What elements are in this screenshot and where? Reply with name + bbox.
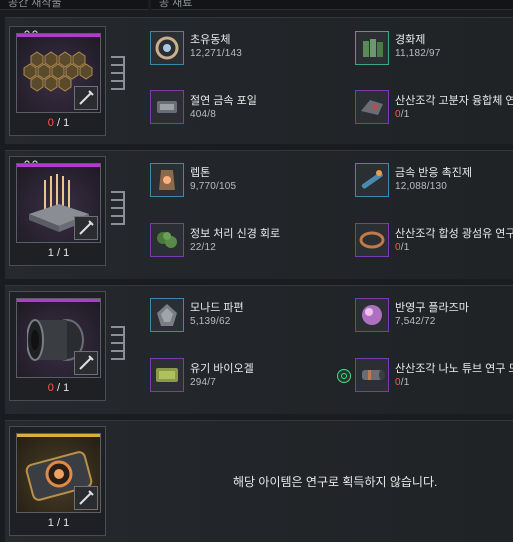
slot-count: 0 / 1 — [47, 117, 70, 129]
research-badge-icon — [337, 369, 351, 383]
tool-icon — [74, 486, 98, 510]
hardener-icon[interactable] — [355, 31, 389, 65]
material-qty: 9,770/105 — [190, 181, 237, 192]
material-name: 경화제 — [395, 34, 426, 46]
result-slot-2[interactable]: 1 / 1 — [9, 156, 106, 266]
slot-count: 1 / 1 — [47, 517, 70, 529]
connector — [107, 191, 131, 241]
material-name: 정보 처리 신경 회로 — [190, 228, 281, 240]
material-qty: 294/7 — [190, 377, 217, 388]
tool-icon — [74, 351, 98, 375]
material-qty: 0/1 — [395, 377, 410, 388]
plasma-icon[interactable] — [355, 298, 389, 332]
recipe-row-1: 0 / 1 초유동체 12,271/143 경화제 11,182/97 절연 금… — [5, 17, 513, 144]
material-name: 모나드 파편 — [190, 302, 244, 314]
material-qty: 11,182/97 — [395, 48, 441, 59]
result-slot-4[interactable]: 1 / 1 — [9, 426, 106, 536]
biogel-icon[interactable] — [150, 358, 184, 392]
material-name: 산산조각 고분자 융합체 연구 5 — [395, 95, 513, 107]
lepton-icon[interactable] — [150, 163, 184, 197]
not-obtainable-message: 해당 아이템은 연구로 획득하지 않습니다. — [233, 475, 438, 489]
material-qty: 7,542/72 — [395, 316, 436, 327]
item-frame — [16, 298, 101, 378]
recipe-row-2: 1 / 1 렙톤 9,770/105 금속 반응 촉진제 12,088/130 … — [5, 150, 513, 279]
tool-icon — [74, 216, 98, 240]
recipe-row-4: 1 / 1 해당 아이템은 연구로 획득하지 않습니다. — [5, 420, 513, 542]
recipe-row-3: 0 / 1 모나드 파편 5,139/62 반영구 플라즈마 7,542/72 … — [5, 285, 513, 414]
fiber-icon[interactable] — [355, 223, 389, 257]
monad-icon[interactable] — [150, 298, 184, 332]
nanotube-icon[interactable] — [355, 358, 389, 392]
item-frame — [16, 33, 101, 113]
slot-count: 1 / 1 — [47, 247, 70, 259]
fluid-icon[interactable] — [150, 31, 184, 65]
result-slot-3[interactable]: 0 / 1 — [9, 291, 106, 401]
material-name: 유기 바이오겔 — [190, 363, 254, 375]
material-qty: 5,139/62 — [190, 316, 231, 327]
material-name: 반영구 플라즈마 — [395, 302, 469, 314]
material-name: 초유동체 — [190, 34, 231, 46]
item-frame — [16, 163, 101, 243]
tab-materials[interactable]: 공 재료 — [151, 0, 513, 10]
material-qty: 12,088/130 — [395, 181, 448, 192]
material-qty: 12,271/143 — [190, 48, 243, 59]
material-qty: 404/8 — [190, 109, 217, 120]
connector — [107, 326, 131, 376]
catalyst-icon[interactable] — [355, 163, 389, 197]
result-slot-1[interactable]: 0 / 1 — [9, 26, 106, 136]
connector — [107, 56, 131, 106]
slot-count: 0 / 1 — [47, 382, 70, 394]
material-name: 렙톤 — [190, 167, 211, 179]
polymer-icon[interactable] — [355, 90, 389, 124]
material-qty: 22/12 — [190, 242, 217, 253]
material-qty: 0/1 — [395, 242, 410, 253]
material-qty: 0/1 — [395, 109, 410, 120]
tab-research-items[interactable]: 공간 재작물 — [0, 0, 148, 10]
item-frame — [16, 433, 101, 513]
material-name: 산산조각 합성 광섬유 연구 — [395, 228, 513, 240]
header: 공간 재작물 공 재료 — [0, 0, 513, 10]
circuit-icon[interactable] — [150, 223, 184, 257]
material-name: 절연 금속 포일 — [190, 95, 257, 107]
material-name: 금속 반응 촉진제 — [395, 167, 472, 179]
foil-icon[interactable] — [150, 90, 184, 124]
tool-icon — [74, 86, 98, 110]
material-name: 산산조각 나노 튜브 연구 도 — [395, 363, 513, 375]
